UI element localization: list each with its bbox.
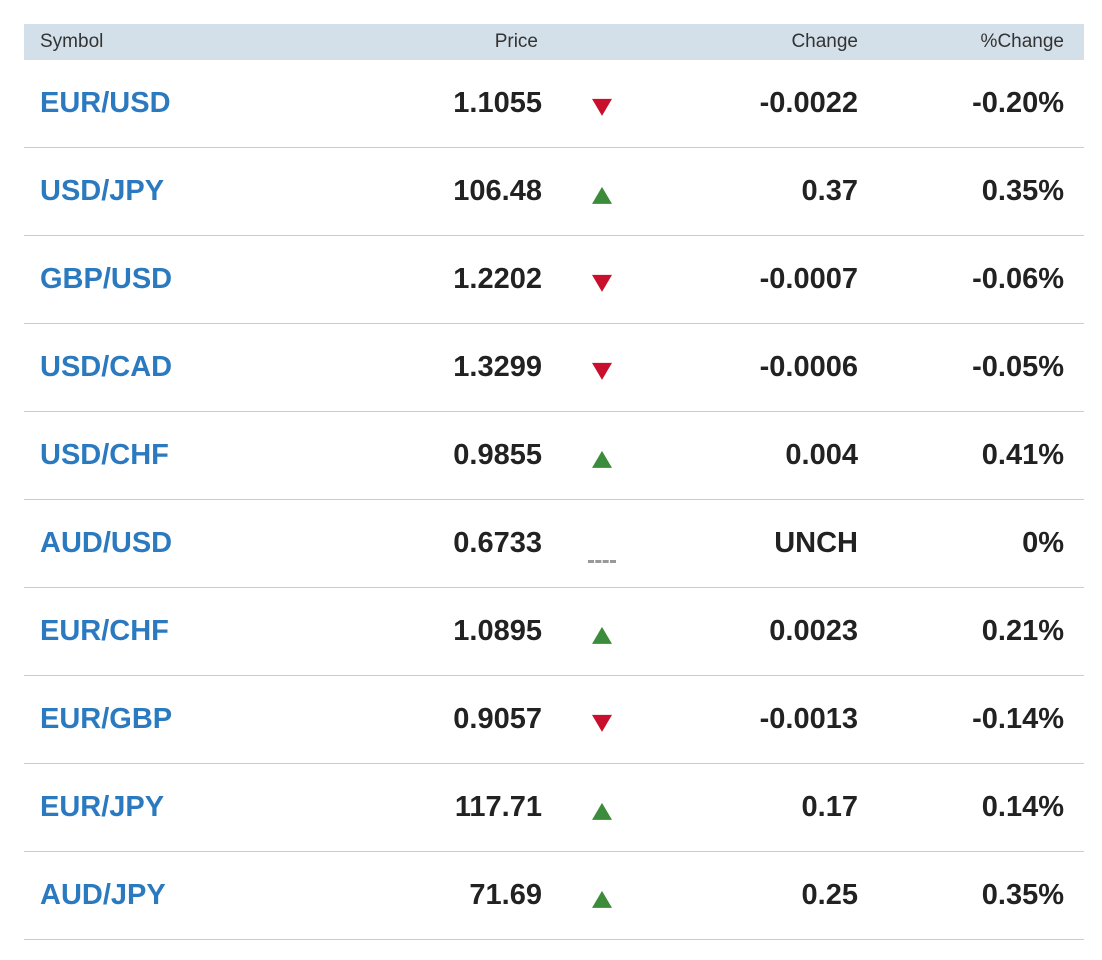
change-cell: 0.0023 <box>769 615 858 647</box>
table-row: USD/CHF 0.9855 0.004 0.41% <box>24 412 1084 500</box>
direction-cell <box>542 60 662 147</box>
price-cell: 1.2202 <box>453 263 542 295</box>
header-symbol: Symbol <box>40 31 104 52</box>
header-direction <box>542 24 662 60</box>
symbol-link[interactable]: EUR/JPY <box>40 791 164 823</box>
price-cell: 0.9057 <box>453 703 542 735</box>
symbol-link[interactable]: EUR/CHF <box>40 615 169 647</box>
table-row: EUR/JPY 117.71 0.17 0.14% <box>24 764 1084 852</box>
table-row: EUR/CHF 1.0895 0.0023 0.21% <box>24 588 1084 676</box>
symbol-link[interactable]: USD/JPY <box>40 175 164 207</box>
pct-change-cell: 0.14% <box>981 791 1064 823</box>
table-row: USD/JPY 106.48 0.37 0.35% <box>24 148 1084 236</box>
up-arrow-icon <box>592 186 612 204</box>
direction-cell <box>542 148 662 235</box>
table-body: EUR/USD 1.1055 -0.0022 -0.20% USD/JPY 106.48 0… <box>24 60 1084 940</box>
table-row: USD/CAD 1.3299 -0.0006 -0.05% <box>24 324 1084 412</box>
price-cell: 1.3299 <box>453 351 542 383</box>
symbol-link[interactable]: EUR/GBP <box>40 703 172 735</box>
change-cell: 0.37 <box>801 175 858 207</box>
symbol-cell: USD/JPY <box>24 175 324 208</box>
pct-change-cell: -0.06% <box>972 263 1064 295</box>
down-arrow-icon <box>592 98 612 116</box>
unchanged-dash-icon <box>588 559 616 563</box>
table-header: Symbol Price Change %Change <box>24 24 1084 60</box>
direction-cell <box>542 676 662 763</box>
pct-change-cell: -0.14% <box>972 703 1064 735</box>
price-cell: 106.48 <box>453 175 542 207</box>
change-cell: -0.0006 <box>759 351 858 383</box>
table-row: EUR/USD 1.1055 -0.0022 -0.20% <box>24 60 1084 148</box>
direction-cell <box>542 764 662 851</box>
direction-cell <box>542 236 662 323</box>
currency-quote-table: Symbol Price Change %Change EUR/USD 1.105… <box>24 24 1084 940</box>
table-row: GBP/USD 1.2202 -0.0007 -0.06% <box>24 236 1084 324</box>
symbol-link[interactable]: AUD/JPY <box>40 879 166 911</box>
table-row: AUD/JPY 71.69 0.25 0.35% <box>24 852 1084 940</box>
table-row: EUR/GBP 0.9057 -0.0013 -0.14% <box>24 676 1084 764</box>
direction-cell <box>542 852 662 939</box>
price-cell: 0.6733 <box>453 527 542 559</box>
change-cell: -0.0013 <box>759 703 858 735</box>
pct-change-cell: 0.21% <box>981 615 1064 647</box>
change-cell: 0.004 <box>785 439 858 471</box>
table-row: AUD/USD 0.6733 UNCH 0% <box>24 500 1084 588</box>
symbol-cell: USD/CHF <box>24 439 324 472</box>
symbol-link[interactable]: GBP/USD <box>40 263 172 295</box>
symbol-cell: EUR/CHF <box>24 615 324 648</box>
direction-cell <box>542 500 662 587</box>
header-pct-change: %Change <box>980 31 1064 52</box>
price-cell: 1.0895 <box>453 615 542 647</box>
symbol-cell: EUR/JPY <box>24 791 324 824</box>
direction-cell <box>542 324 662 411</box>
up-arrow-icon <box>592 890 612 908</box>
pct-change-cell: -0.20% <box>972 87 1064 119</box>
change-cell: 0.25 <box>801 879 858 911</box>
pct-change-cell: 0.35% <box>981 879 1064 911</box>
price-cell: 71.69 <box>469 879 542 911</box>
symbol-link[interactable]: USD/CHF <box>40 439 169 471</box>
header-change: Change <box>791 31 858 52</box>
pct-change-cell: 0.41% <box>981 439 1064 471</box>
symbol-link[interactable]: EUR/USD <box>40 87 171 119</box>
down-arrow-icon <box>592 362 612 380</box>
pct-change-cell: -0.05% <box>972 351 1064 383</box>
up-arrow-icon <box>592 802 612 820</box>
symbol-cell: AUD/USD <box>24 527 324 560</box>
symbol-cell: EUR/USD <box>24 87 324 120</box>
price-cell: 117.71 <box>454 791 542 823</box>
symbol-link[interactable]: AUD/USD <box>40 527 172 559</box>
price-cell: 1.1055 <box>453 87 542 119</box>
change-cell: UNCH <box>774 527 858 559</box>
up-arrow-icon <box>592 626 612 644</box>
down-arrow-icon <box>592 714 612 732</box>
up-arrow-icon <box>592 450 612 468</box>
header-price: Price <box>494 31 538 52</box>
price-cell: 0.9855 <box>453 439 542 471</box>
down-arrow-icon <box>592 274 612 292</box>
direction-cell <box>542 412 662 499</box>
symbol-cell: EUR/GBP <box>24 703 324 736</box>
change-cell: -0.0022 <box>759 87 858 119</box>
pct-change-cell: 0% <box>1022 527 1064 559</box>
change-cell: -0.0007 <box>759 263 858 295</box>
symbol-cell: AUD/JPY <box>24 879 324 912</box>
symbol-link[interactable]: USD/CAD <box>40 351 172 383</box>
change-cell: 0.17 <box>801 791 858 823</box>
pct-change-cell: 0.35% <box>981 175 1064 207</box>
direction-cell <box>542 588 662 675</box>
symbol-cell: GBP/USD <box>24 263 324 296</box>
symbol-cell: USD/CAD <box>24 351 324 384</box>
